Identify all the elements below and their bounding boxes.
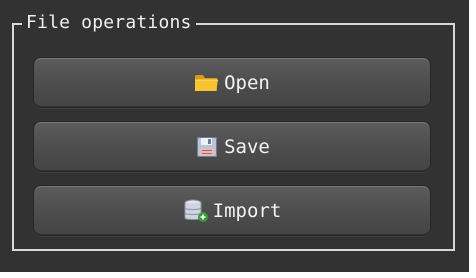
save-button-label: Save xyxy=(224,135,270,158)
folder-icon xyxy=(194,70,220,96)
floppy-disk-icon xyxy=(194,134,220,160)
open-button-label: Open xyxy=(224,71,270,94)
file-operations-panel: File operations Open Save Import xyxy=(0,0,469,272)
import-button-label: Import xyxy=(212,199,282,222)
save-button[interactable]: Save xyxy=(33,121,431,172)
groupbox-title: File operations xyxy=(22,11,196,35)
import-button[interactable]: Import xyxy=(33,185,431,236)
database-import-icon xyxy=(183,198,209,224)
open-button[interactable]: Open xyxy=(33,57,431,108)
